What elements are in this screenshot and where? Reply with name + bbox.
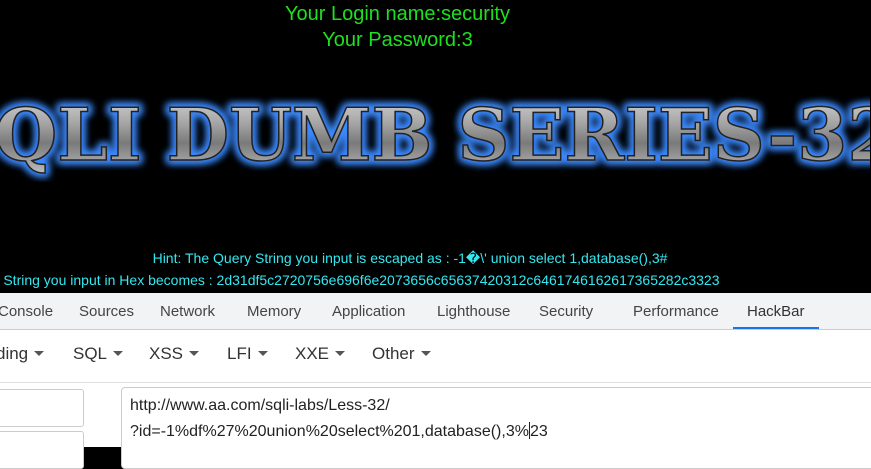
encoding-menu-label: ding	[0, 344, 29, 363]
url-textarea[interactable]: http://www.aa.com/sqli-labs/Less-32/ ?id…	[121, 387, 871, 469]
other-menu[interactable]: Other	[372, 344, 431, 364]
sql-menu[interactable]: SQL	[73, 344, 124, 364]
tab-memory[interactable]: Memory	[247, 293, 301, 329]
tab-lighthouse[interactable]: Lighthouse	[437, 293, 510, 329]
devtools-tabbar: Console Sources Network Memory Applicati…	[0, 293, 871, 330]
banner: SQLI DUMB SERIES-32 SQLI DUMB SERIES-32	[0, 92, 871, 182]
devtools-panel: Console Sources Network Memory Applicati…	[0, 293, 871, 469]
chevron-down-icon	[335, 351, 346, 357]
lfi-menu[interactable]: LFI	[227, 344, 268, 364]
banner-title: SQLI DUMB SERIES-32	[0, 92, 870, 177]
tab-console[interactable]: Console	[0, 293, 53, 329]
xxe-menu[interactable]: XXE	[295, 344, 346, 364]
chevron-down-icon	[113, 351, 124, 357]
tab-application[interactable]: Application	[332, 293, 405, 329]
tab-security[interactable]: Security	[539, 293, 593, 329]
lfi-menu-label: LFI	[227, 344, 252, 363]
chevron-down-icon	[34, 351, 45, 357]
load-url-button[interactable]	[0, 389, 84, 427]
url-line-2-end: 23	[529, 423, 548, 440]
other-menu-label: Other	[372, 344, 415, 363]
sql-menu-label: SQL	[73, 344, 108, 363]
chevron-down-icon	[189, 351, 200, 357]
chevron-down-icon	[257, 351, 268, 357]
encoding-menu[interactable]: ding	[0, 344, 45, 364]
tab-network[interactable]: Network	[160, 293, 215, 329]
password-text: Your Password:3	[322, 29, 473, 51]
url-line-1: http://www.aa.com/sqli-labs/Less-32/	[130, 397, 390, 414]
xxe-menu-label: XXE	[295, 344, 330, 363]
url-line-2: ?id=-1%df%27%20union%20select%201,databa…	[130, 422, 548, 441]
hackbar-content: http://www.aa.com/sqli-labs/Less-32/ ?id…	[0, 383, 871, 469]
tab-performance[interactable]: Performance	[633, 293, 719, 329]
hackbar-toolbar: ding SQL XSS LFI XXE Other	[0, 330, 871, 383]
chevron-down-icon	[420, 351, 431, 357]
hint-hex-text: ery String you input in Hex becomes : 2d…	[0, 272, 720, 288]
url-line-2-start: ?id=-1%df%27%20union%20select%201,databa…	[130, 423, 529, 440]
hint-escaped-text: Hint: The Query String you input is esca…	[152, 250, 668, 266]
tab-sources[interactable]: Sources	[79, 293, 134, 329]
tab-hackbar[interactable]: HackBar	[733, 293, 818, 329]
web-page: Your Login name:security Your Password:3…	[0, 0, 871, 293]
login-name-text: Your Login name:security	[285, 3, 510, 25]
xss-menu[interactable]: XSS	[149, 344, 200, 364]
split-url-button[interactable]	[0, 431, 84, 469]
xss-menu-label: XSS	[149, 344, 184, 363]
banner-graphic: SQLI DUMB SERIES-32 SQLI DUMB SERIES-32	[0, 92, 870, 180]
